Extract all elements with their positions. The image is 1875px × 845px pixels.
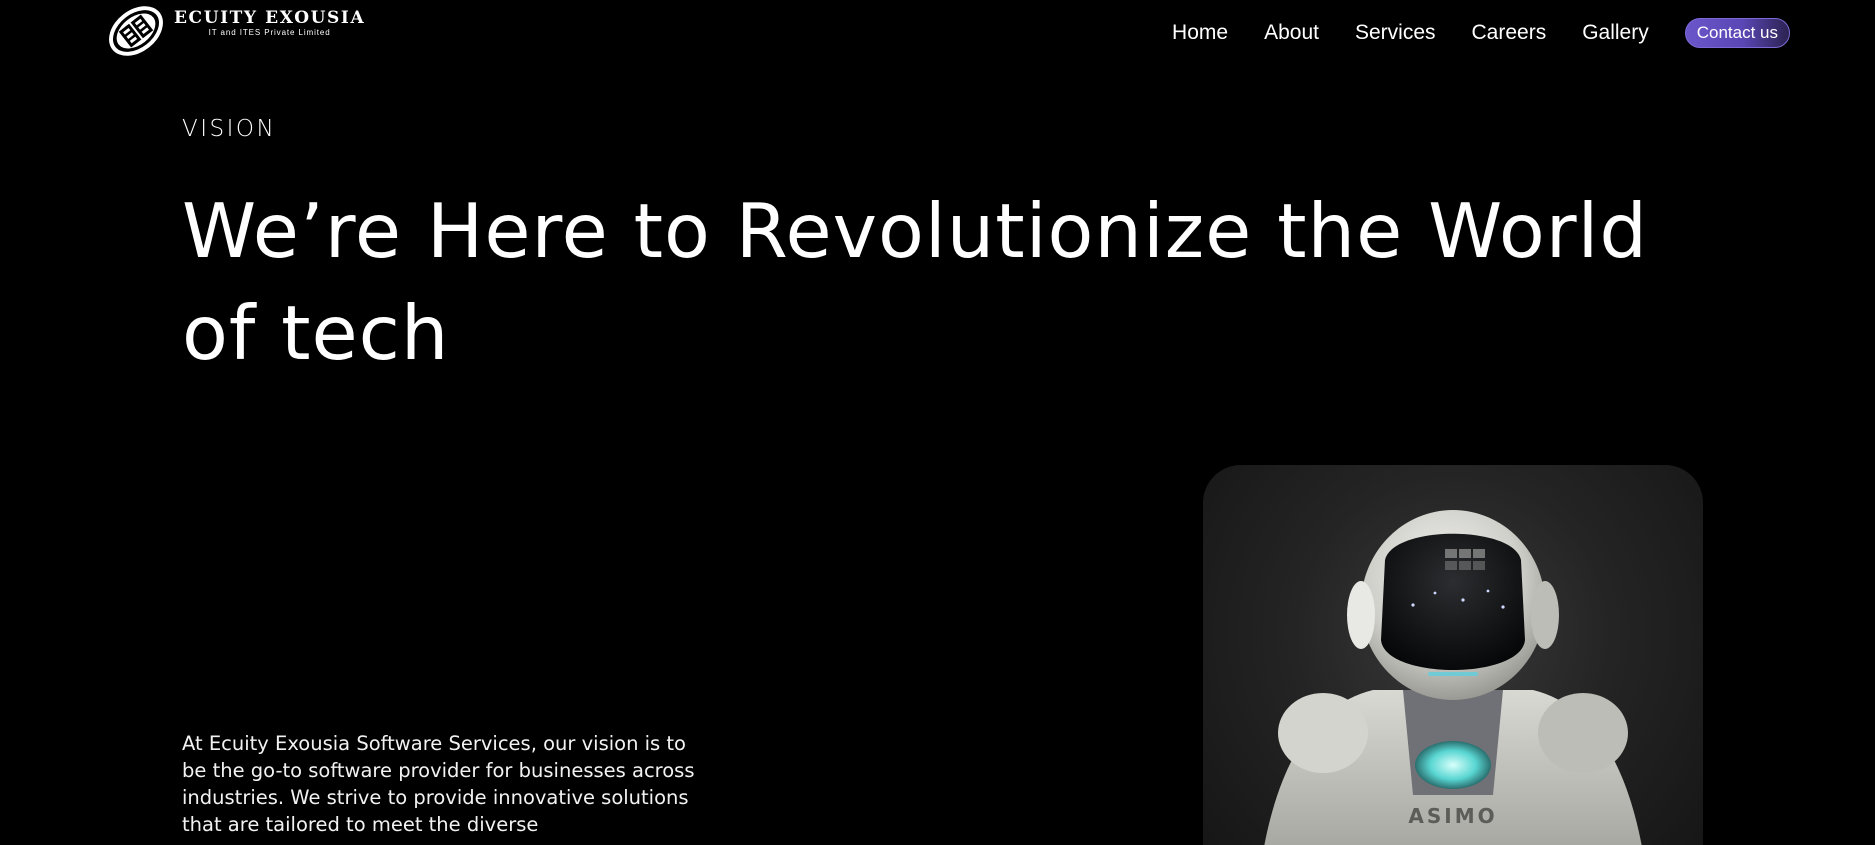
page: ECUITY EXOUSIA IT and ITES Private Limit… [0, 0, 1875, 845]
vision-paragraph: At Ecuity Exousia Software Services, our… [182, 732, 695, 836]
logo-text: ECUITY EXOUSIA IT and ITES Private Limit… [174, 8, 365, 38]
ee-monogram-icon [109, 6, 163, 56]
section-eyebrow: VISION [182, 116, 277, 142]
robot-image: ASIMO [1203, 465, 1703, 845]
nav-gallery[interactable]: Gallery [1582, 19, 1649, 47]
brand-name: ECUITY EXOUSIA [174, 8, 366, 28]
contact-us-button[interactable]: Contact us [1684, 18, 1790, 48]
main-nav: Home About Services Careers Gallery Cont… [1136, 18, 1790, 48]
nav-about[interactable]: About [1264, 19, 1319, 47]
logo[interactable]: ECUITY EXOUSIA IT and ITES Private Limit… [102, 0, 365, 62]
robot-chest-label: ASIMO [1408, 804, 1497, 828]
nav-services[interactable]: Services [1355, 19, 1436, 47]
site-header: ECUITY EXOUSIA IT and ITES Private Limit… [0, 0, 1875, 64]
hero-headline: We’re Here to Revolutionize the World of… [182, 187, 1648, 377]
nav-home[interactable]: Home [1172, 19, 1228, 47]
brand-tagline: IT and ITES Private Limited [208, 28, 331, 37]
nav-careers[interactable]: Careers [1472, 19, 1547, 47]
